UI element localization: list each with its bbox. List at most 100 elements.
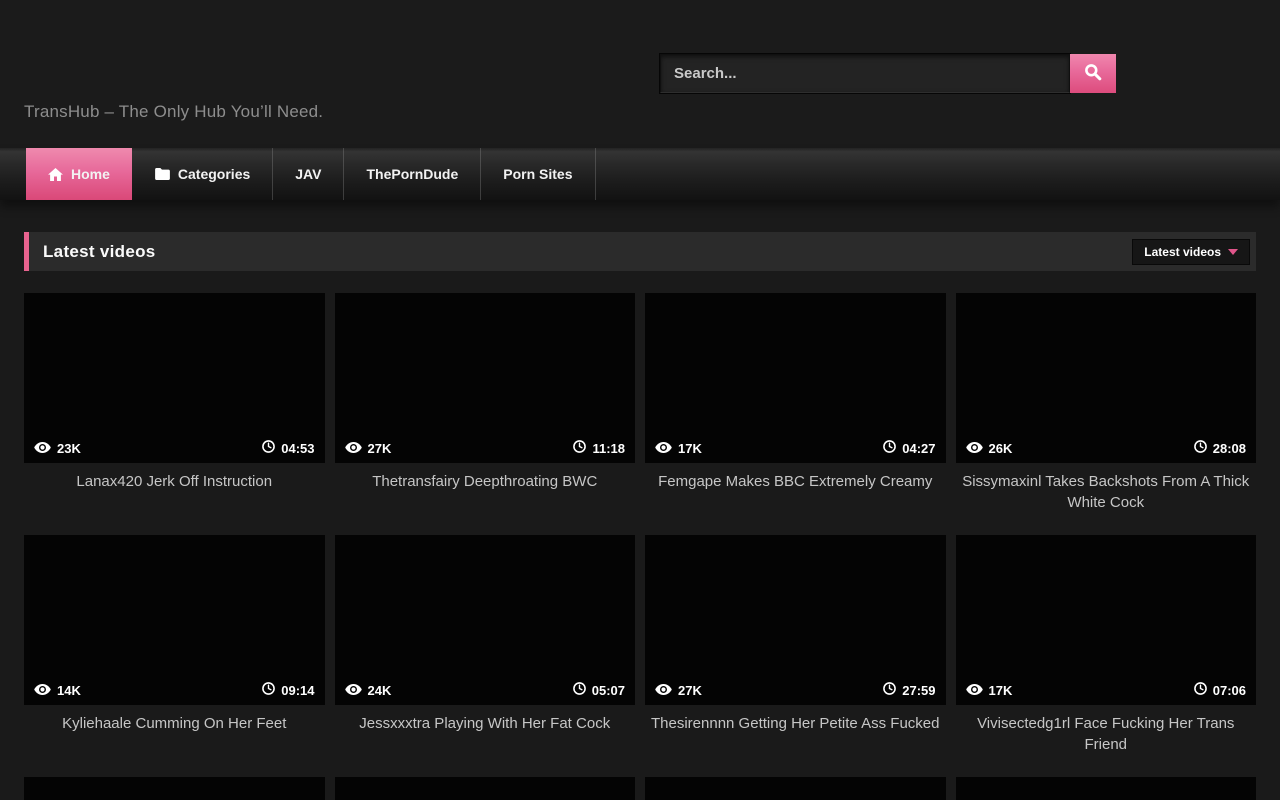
nav-tab-categories[interactable]: Categories [133, 148, 273, 200]
video-thumbnail[interactable]: 27K 27:59 [645, 535, 946, 705]
views-stat: 27K [345, 441, 392, 456]
video-thumbnail[interactable]: 17K 04:27 [645, 293, 946, 463]
video-title[interactable]: Vivisectedg1rl Face Fucking Her Trans Fr… [956, 713, 1257, 757]
video-thumbnail[interactable]: 26K 28:08 [956, 293, 1257, 463]
search-button[interactable] [1070, 54, 1116, 93]
nav-tab-label: Categories [178, 166, 250, 182]
video-title[interactable]: Thesirennnn Getting Her Petite Ass Fucke… [645, 713, 946, 757]
nav-tab-label: Home [71, 166, 110, 182]
video-card[interactable]: 14K 09:14 Kyliehaale Cumming On Her Feet [24, 535, 325, 757]
video-card[interactable] [335, 777, 636, 800]
home-icon [48, 168, 63, 181]
eye-icon [34, 441, 51, 456]
eye-icon [34, 683, 51, 698]
views-count: 26K [989, 441, 1013, 456]
video-card[interactable]: 27K 11:18 Thetransfairy Deepthroating BWC [335, 293, 636, 515]
video-card[interactable] [24, 777, 325, 800]
duration-stat: 28:08 [1194, 440, 1246, 456]
video-thumbnail[interactable] [645, 777, 946, 800]
views-count: 23K [57, 441, 81, 456]
video-thumbnail[interactable]: 14K 09:14 [24, 535, 325, 705]
video-title[interactable]: Thetransfairy Deepthroating BWC [335, 471, 636, 515]
eye-icon [966, 683, 983, 698]
video-thumbnail[interactable] [335, 777, 636, 800]
views-stat: 17K [655, 441, 702, 456]
nav-tab-label: Porn Sites [503, 166, 572, 182]
search-form [660, 54, 1116, 93]
video-stats: 17K 04:27 [645, 434, 946, 463]
video-stats: 27K 27:59 [645, 676, 946, 705]
views-stat: 27K [655, 683, 702, 698]
video-card[interactable]: 24K 05:07 Jessxxxtra Playing With Her Fat … [335, 535, 636, 757]
views-stat: 14K [34, 683, 81, 698]
views-stat: 17K [966, 683, 1013, 698]
views-stat: 26K [966, 441, 1013, 456]
video-title[interactable]: Lanax420 Jerk Off Instruction [24, 471, 325, 515]
video-title[interactable]: Femgape Makes BBC Extremely Creamy [645, 471, 946, 515]
folder-icon [155, 168, 170, 180]
eye-icon [655, 683, 672, 698]
views-count: 27K [678, 683, 702, 698]
site-tagline: TransHub – The Only Hub You’ll Need. [24, 102, 323, 122]
duration: 05:07 [592, 683, 625, 698]
video-thumbnail[interactable]: 17K 07:06 [956, 535, 1257, 705]
video-stats: 26K 28:08 [956, 434, 1257, 463]
video-card[interactable]: 26K 28:08 Sissymaxinl Takes Backshots From… [956, 293, 1257, 515]
video-grid: 23K04:53Lanax420 Jerk Off Instruction27K… [24, 293, 1256, 800]
duration-stat: 04:53 [262, 440, 314, 456]
video-card[interactable] [956, 777, 1257, 800]
duration-stat: 07:06 [1194, 682, 1246, 698]
nav-tab-theporndude[interactable]: ThePornDude [344, 148, 481, 200]
video-card[interactable] [645, 777, 946, 800]
video-card[interactable]: 27K 27:59 Thesirennnn Getting Her Petite A… [645, 535, 946, 757]
site-header: TransHub – The Only Hub You’ll Need. [0, 0, 1280, 148]
clock-icon [1194, 440, 1207, 456]
video-stats: 24K 05:07 [335, 676, 636, 705]
video-card[interactable]: 17K 07:06 Vivisectedg1rl Face Fucking Her … [956, 535, 1257, 757]
clock-icon [1194, 682, 1207, 698]
section-title: Latest videos [43, 242, 156, 262]
video-title[interactable]: Sissymaxinl Takes Backshots From A Thick… [956, 471, 1257, 515]
duration-stat: 04:27 [883, 440, 935, 456]
video-thumbnail[interactable] [24, 777, 325, 800]
video-card[interactable]: 17K 04:27 Femgape Makes BBC Extremely Crea… [645, 293, 946, 515]
video-stats: 17K 07:06 [956, 676, 1257, 705]
main-content: Latest videos Latest videos 23K 04:53 Lana… [0, 232, 1280, 800]
video-title[interactable]: Kyliehaale Cumming On Her Feet [24, 713, 325, 757]
duration: 27:59 [902, 683, 935, 698]
duration: 04:27 [902, 441, 935, 456]
views-count: 17K [678, 441, 702, 456]
nav-tab-porn-sites[interactable]: Porn Sites [481, 148, 595, 200]
nav-tab-home[interactable]: Home [26, 148, 132, 200]
video-thumbnail[interactable]: 24K 05:07 [335, 535, 636, 705]
views-count: 17K [989, 683, 1013, 698]
clock-icon [883, 682, 896, 698]
clock-icon [883, 440, 896, 456]
eye-icon [345, 683, 362, 698]
views-stat: 24K [345, 683, 392, 698]
video-thumbnail[interactable]: 27K 11:18 [335, 293, 636, 463]
video-title[interactable]: Jessxxxtra Playing With Her Fat Cock [335, 713, 636, 757]
nav-tab-label: JAV [295, 166, 321, 182]
duration: 28:08 [1213, 441, 1246, 456]
sort-dropdown-button[interactable]: Latest videos [1132, 239, 1250, 265]
eye-icon [345, 441, 362, 456]
search-input[interactable] [660, 54, 1070, 93]
clock-icon [573, 440, 586, 456]
video-thumbnail[interactable] [956, 777, 1257, 800]
search-icon [1084, 63, 1102, 84]
clock-icon [262, 682, 275, 698]
nav-tab-jav[interactable]: JAV [273, 148, 344, 200]
views-count: 14K [57, 683, 81, 698]
duration: 11:18 [592, 441, 625, 456]
video-stats: 14K 09:14 [24, 676, 325, 705]
video-thumbnail[interactable]: 23K 04:53 [24, 293, 325, 463]
video-card[interactable]: 23K 04:53 Lanax420 Jerk Off Instruction [24, 293, 325, 515]
duration-stat: 05:07 [573, 682, 625, 698]
main-nav: Home Categories JAV ThePornDude Porn Sites [0, 148, 1280, 200]
views-count: 27K [368, 441, 392, 456]
eye-icon [966, 441, 983, 456]
views-stat: 23K [34, 441, 81, 456]
duration-stat: 09:14 [262, 682, 314, 698]
views-count: 24K [368, 683, 392, 698]
